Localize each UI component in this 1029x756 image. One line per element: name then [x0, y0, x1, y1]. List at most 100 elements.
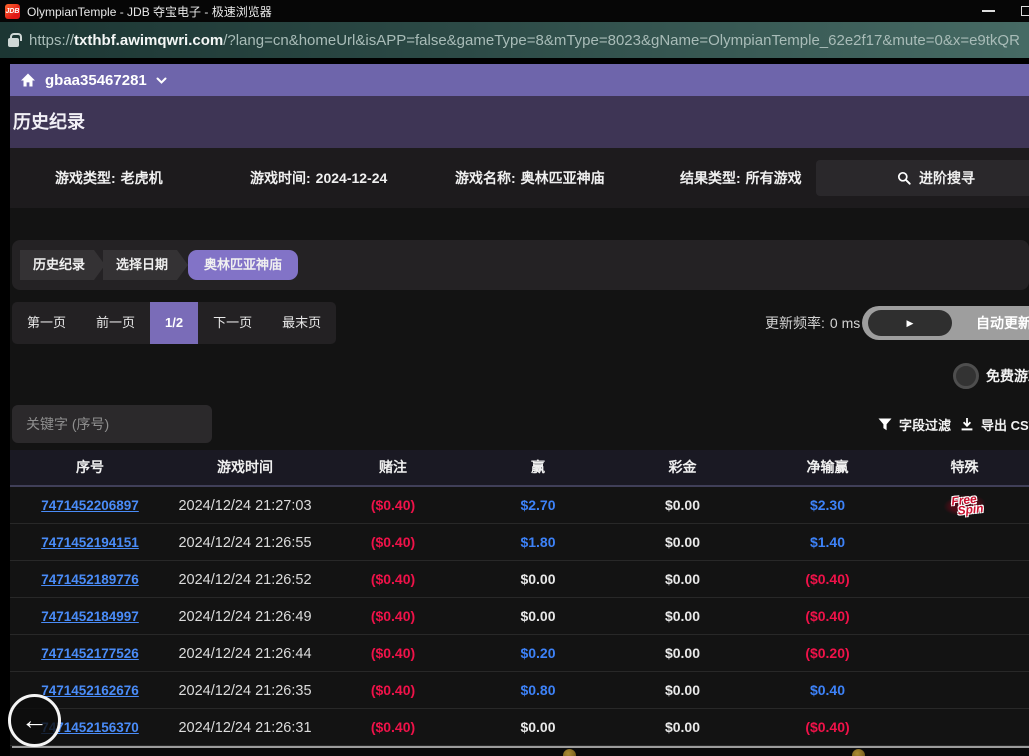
- cell-net-value: ($0.40): [805, 608, 849, 624]
- chevron-down-icon[interactable]: [156, 77, 167, 84]
- cell-jackpot-value: $0.00: [665, 682, 700, 698]
- cell-bet-value: ($0.40): [371, 719, 415, 735]
- last-page-button[interactable]: 最末页: [267, 302, 336, 344]
- filter-value: 2024-12-24: [316, 170, 388, 186]
- cell-game-time: 2024/12/24 21:27:03: [170, 497, 320, 514]
- cell-net-value: $0.40: [810, 682, 845, 698]
- play-icon[interactable]: ▶: [868, 310, 952, 336]
- filter-label: 游戏类型:: [55, 168, 116, 188]
- cell-bet-value: ($0.40): [371, 682, 415, 698]
- cell-win: $0.20: [466, 645, 610, 661]
- column-header-1: 游戏时间: [170, 450, 320, 485]
- url-domain: txthbf.awimqwri.com: [74, 32, 223, 49]
- cell-bet: ($0.40): [320, 571, 466, 587]
- cell-bet: ($0.40): [320, 534, 466, 550]
- game-time: 2024/12/24 21:26:44: [178, 646, 311, 662]
- minimize-icon[interactable]: [982, 10, 995, 12]
- table-row: 74714521941512024/12/24 21:26:55($0.40)$…: [10, 524, 1029, 561]
- breadcrumb: 历史纪录 选择日期 奥林匹亚神庙: [12, 240, 1029, 290]
- advanced-search-button[interactable]: 进阶搜寻: [816, 160, 1029, 196]
- filter-game-time: 游戏时间:2024-12-24: [250, 148, 387, 208]
- cell-special: FreeSpin: [900, 492, 1029, 518]
- game-id-link[interactable]: 7471452206897: [41, 498, 139, 513]
- lock-icon: [8, 38, 19, 47]
- cell-win-value: $0.00: [520, 719, 555, 735]
- refresh-frequency-value: 0 ms: [830, 315, 860, 331]
- game-id-link[interactable]: 7471452189776: [41, 572, 139, 587]
- breadcrumb-game-name[interactable]: 奥林匹亚神庙: [188, 250, 298, 280]
- cell-net: ($0.20): [755, 645, 900, 661]
- field-filter-button[interactable]: 字段过滤: [878, 410, 951, 438]
- first-page-button[interactable]: 第一页: [12, 302, 81, 344]
- free-game-radio[interactable]: [953, 363, 979, 389]
- user-bar: gbaa35467281: [10, 64, 1029, 96]
- current-page-indicator[interactable]: 1/2: [150, 302, 198, 344]
- cell-win: $0.00: [466, 571, 610, 587]
- back-button[interactable]: ←: [8, 694, 61, 747]
- cell-jackpot: $0.00: [610, 719, 755, 735]
- game-id-link[interactable]: 7471452184997: [41, 609, 139, 624]
- cell-win-value: $0.20: [520, 645, 555, 661]
- cell-serial: 7471452177526: [10, 645, 170, 661]
- filter-value: 老虎机: [121, 168, 163, 188]
- filter-funnel-icon: [878, 418, 892, 431]
- cell-net: $2.30: [755, 497, 900, 513]
- home-icon[interactable]: [20, 72, 36, 88]
- cell-jackpot: $0.00: [610, 608, 755, 624]
- cell-net: $1.40: [755, 534, 900, 550]
- column-header-2: 赌注: [320, 450, 466, 485]
- cell-jackpot-value: $0.00: [665, 534, 700, 550]
- filter-game-type: 游戏类型:老虎机: [55, 148, 163, 208]
- cell-bet: ($0.40): [320, 645, 466, 661]
- next-page-button[interactable]: 下一页: [198, 302, 267, 344]
- game-id-link[interactable]: 7471452194151: [41, 535, 139, 550]
- filter-label: 结果类型:: [680, 168, 741, 188]
- jdb-tab-icon: JDB: [5, 4, 20, 19]
- export-csv-button[interactable]: 导出 CSV: [960, 410, 1029, 438]
- filter-result-type: 结果类型:所有游戏: [680, 148, 802, 208]
- page-content: gbaa35467281 历史纪录 游戏类型:老虎机 游戏时间:2024-12-…: [10, 58, 1029, 756]
- address-bar[interactable]: https://txthbf.awimqwri.com/?lang=cn&hom…: [0, 22, 1029, 58]
- footer-strip: [10, 748, 1029, 756]
- cell-bet-value: ($0.40): [371, 534, 415, 550]
- cell-game-time: 2024/12/24 21:26:44: [170, 645, 320, 662]
- cell-serial: 7471452206897: [10, 497, 170, 513]
- cell-net-value: ($0.40): [805, 571, 849, 587]
- url-text: https://txthbf.awimqwri.com/?lang=cn&hom…: [29, 32, 1020, 49]
- table-row: 7471452177526 2024/12/24 21:26:44 ($0.40) $…: [10, 635, 1029, 672]
- filter-bar: 游戏类型:老虎机 游戏时间:2024-12-24 游戏名称:奥林匹亚神庙 结果类…: [10, 148, 1029, 208]
- table-row: 7471452206897 2024/12/24 21:27:03 ($0.40) $…: [10, 487, 1029, 524]
- cell-net-value: ($0.20): [805, 645, 849, 661]
- cell-jackpot: $0.00: [610, 534, 755, 550]
- column-header-5: 净输赢: [755, 450, 900, 485]
- column-header-6: 特殊: [900, 450, 1029, 485]
- advanced-search-label: 进阶搜寻: [919, 168, 975, 188]
- url-scheme: https://: [29, 32, 74, 49]
- game-time: 2024/12/24 21:27:03: [178, 498, 311, 514]
- username[interactable]: gbaa35467281: [45, 72, 147, 89]
- cell-bet-value: ($0.40): [371, 571, 415, 587]
- cell-net-value: $2.30: [810, 497, 845, 513]
- cell-bet-value: ($0.40): [371, 497, 415, 513]
- search-input[interactable]: [12, 405, 212, 443]
- cell-bet: ($0.40): [320, 682, 466, 698]
- cell-game-time: 2024/12/24 21:26:52: [170, 571, 320, 588]
- cell-win-value: $1.80: [520, 534, 555, 550]
- game-time: 2024/12/24 21:26:52: [178, 572, 311, 588]
- prev-page-button[interactable]: 前一页: [81, 302, 150, 344]
- cell-win-value: $0.00: [520, 608, 555, 624]
- auto-update-toggle[interactable]: ▶ 自动更新: [862, 306, 1029, 340]
- refresh-frequency: 更新频率: 0 ms: [765, 302, 860, 344]
- browser-title-bar: JDB OlympianTemple - JDB 夺宝电子 - 极速浏览器: [0, 0, 1029, 22]
- cell-win-value: $0.80: [520, 682, 555, 698]
- breadcrumb-select-date[interactable]: 选择日期: [103, 250, 188, 280]
- filter-game-name: 游戏名称:奥林匹亚神庙: [455, 148, 605, 208]
- maximize-icon[interactable]: [1021, 6, 1029, 16]
- game-id-link[interactable]: 7471452177526: [41, 646, 139, 661]
- game-id-link[interactable]: 7471452162676: [41, 683, 139, 698]
- cell-serial: 7471452194151: [10, 534, 170, 550]
- table-row: 7471452189776 2024/12/24 21:26:52 ($0.40) $…: [10, 561, 1029, 598]
- breadcrumb-history[interactable]: 历史纪录: [20, 250, 105, 280]
- browser-tab-title: OlympianTemple - JDB 夺宝电子 - 极速浏览器: [27, 3, 272, 20]
- page-title-bar: 历史纪录: [10, 96, 1029, 148]
